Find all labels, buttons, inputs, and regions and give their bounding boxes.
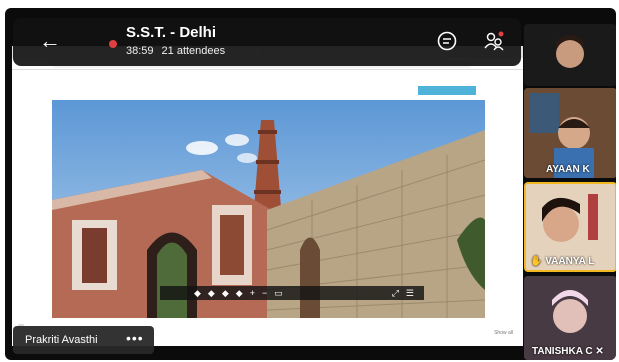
participant-tile[interactable]: TANISHKA C ✕ [524, 276, 616, 360]
participant-avatar [556, 35, 584, 68]
bookmarks-bar [12, 70, 523, 82]
presenter-name: Prakriti Avasthi [25, 334, 98, 346]
hand-raise-icon: ✋ [530, 256, 543, 267]
show-all-link[interactable]: Show all [494, 330, 513, 336]
meeting-meta: 38:59 21 attendees [126, 45, 225, 57]
mic-off-icon: ✕ [595, 346, 604, 357]
call-duration: 38:59 [126, 45, 154, 57]
participant-tile[interactable]: AYAAN K [524, 88, 616, 178]
panorama-viewer: ◆ ◆ ◆ ◆ + − ▭ ⤢ ☰ [52, 100, 485, 318]
meeting-title: S.S.T. - Delhi [126, 24, 217, 41]
menu-icon[interactable]: ☰ [406, 286, 414, 300]
page-banner [418, 86, 476, 95]
presenter-label: Prakriti Avasthi ••• [13, 326, 154, 354]
arrow-left-icon[interactable]: ◆ [194, 286, 201, 300]
shared-screen: ◆ ◆ ◆ ◆ + − ▭ ⤢ ☰ Show all [12, 46, 523, 346]
viewer-toolbar: ◆ ◆ ◆ ◆ + − ▭ ⤢ ☰ [160, 286, 424, 300]
participants-icon[interactable] [483, 30, 505, 52]
arrow-down-icon[interactable]: ◆ [236, 286, 243, 300]
participant-name: TANISHKA C ✕ [532, 346, 604, 357]
arrow-left-icon[interactable]: ← [39, 30, 61, 52]
arrow-right-icon[interactable]: ◆ [208, 286, 215, 300]
meeting-header: ← S.S.T. - Delhi 38:59 21 attendees [13, 18, 521, 66]
vr-headset-icon[interactable]: ▭ [274, 286, 283, 300]
arrow-up-icon[interactable]: ◆ [222, 286, 229, 300]
more-options-icon[interactable]: ••• [126, 330, 144, 346]
meeting-window: ◆ ◆ ◆ ◆ + − ▭ ⤢ ☰ Show all ← S.S.T. - De… [5, 8, 616, 360]
recording-dot-icon [109, 40, 117, 48]
participant-tile[interactable] [524, 24, 616, 86]
attendee-count: 21 attendees [161, 45, 226, 57]
participant-name: ✋ VAANYA L [530, 256, 595, 267]
participant-name: AYAAN K [546, 164, 590, 175]
chat-icon[interactable] [437, 31, 457, 51]
participant-tile[interactable]: ✋ VAANYA L [524, 182, 616, 272]
zoom-in-icon[interactable]: + [250, 286, 255, 300]
zoom-out-icon[interactable]: − [262, 286, 267, 300]
fullscreen-icon[interactable]: ⤢ [392, 286, 399, 300]
